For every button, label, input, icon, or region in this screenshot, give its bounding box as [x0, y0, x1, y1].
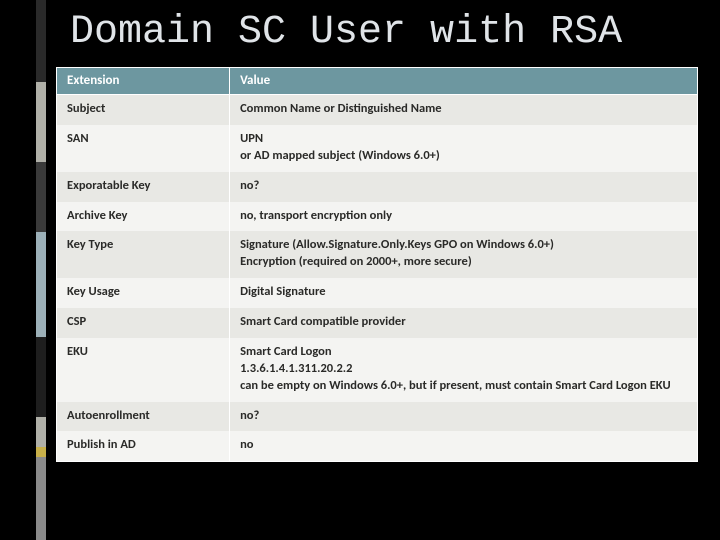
- table-row: Key Usage Digital Signature: [57, 278, 698, 308]
- table-header-value: Value: [230, 68, 698, 95]
- table-row: EKU Smart Card Logon 1.3.6.1.4.1.311.20.…: [57, 338, 698, 402]
- val-cell: no?: [230, 172, 698, 202]
- page-title: Domain SC User with RSA: [70, 10, 698, 55]
- table-row: Autoenrollment no?: [57, 402, 698, 432]
- ext-cell: SAN: [57, 125, 230, 172]
- table-row: Exporatable Key no?: [57, 172, 698, 202]
- slide: Domain SC User with RSA Extension Value …: [0, 0, 720, 540]
- ext-cell: CSP: [57, 308, 230, 338]
- table-row: CSP Smart Card compatible provider: [57, 308, 698, 338]
- val-cell: UPN or AD mapped subject (Windows 6.0+): [230, 125, 698, 172]
- ext-cell: Autoenrollment: [57, 402, 230, 432]
- table-row: SAN UPN or AD mapped subject (Windows 6.…: [57, 125, 698, 172]
- table-header-row: Extension Value: [57, 68, 698, 95]
- val-cell: Common Name or Distinguished Name: [230, 95, 698, 125]
- table-row: Archive Key no, transport encryption onl…: [57, 202, 698, 232]
- slide-content: Domain SC User with RSA Extension Value …: [56, 10, 698, 462]
- ext-cell: EKU: [57, 338, 230, 402]
- val-cell: no?: [230, 402, 698, 432]
- decorative-stripes: [36, 0, 46, 540]
- val-cell: no, transport encryption only: [230, 202, 698, 232]
- val-cell: Digital Signature: [230, 278, 698, 308]
- ext-cell: Key Usage: [57, 278, 230, 308]
- ext-cell: Publish in AD: [57, 431, 230, 461]
- table-row: Publish in AD no: [57, 431, 698, 461]
- table-row: Subject Common Name or Distinguished Nam…: [57, 95, 698, 125]
- val-cell: no: [230, 431, 698, 461]
- table-header-extension: Extension: [57, 68, 230, 95]
- val-cell: Smart Card compatible provider: [230, 308, 698, 338]
- ext-cell: Exporatable Key: [57, 172, 230, 202]
- ext-cell: Subject: [57, 95, 230, 125]
- val-cell: Smart Card Logon 1.3.6.1.4.1.311.20.2.2 …: [230, 338, 698, 402]
- table-row: Key Type Signature (Allow.Signature.Only…: [57, 231, 698, 278]
- val-cell: Signature (Allow.Signature.Only.Keys GPO…: [230, 231, 698, 278]
- ext-cell: Key Type: [57, 231, 230, 278]
- extension-table: Extension Value Subject Common Name or D…: [56, 67, 698, 462]
- ext-cell: Archive Key: [57, 202, 230, 232]
